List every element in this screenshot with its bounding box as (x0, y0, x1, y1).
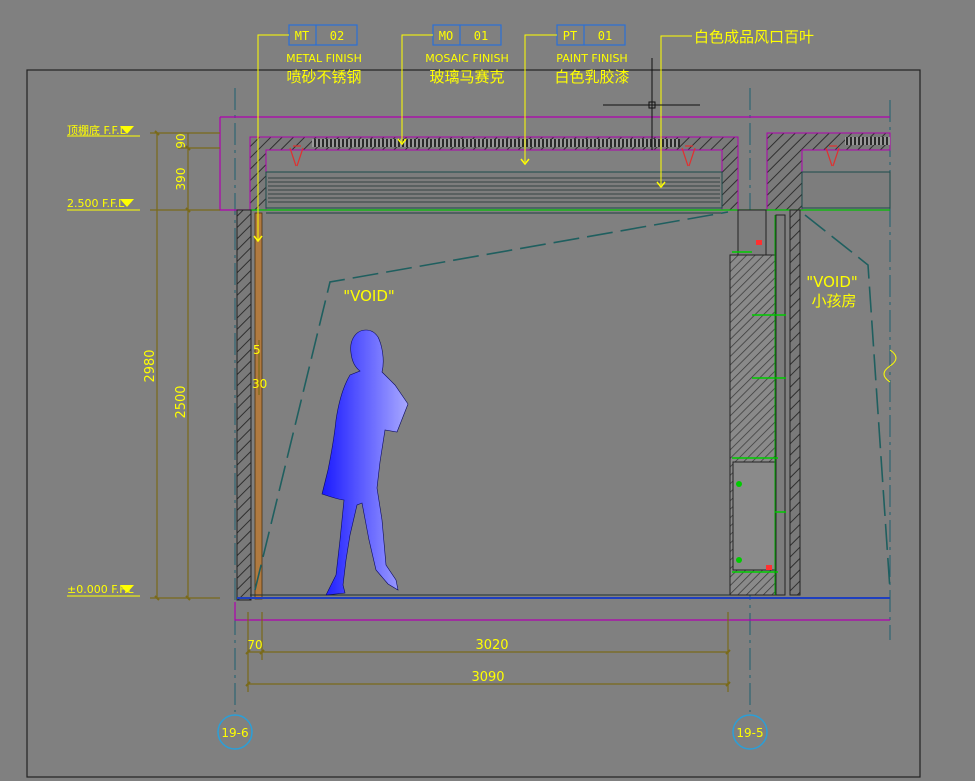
void-outline-right (804, 214, 891, 591)
dim-wall-1: 5 (253, 343, 261, 357)
void-label-left: "VOID" (343, 287, 395, 305)
fixing-icon (736, 481, 742, 487)
dim-total: 2980 (143, 349, 158, 382)
tag-material: 白色乳胶漆 (554, 68, 629, 86)
wall-cladding (254, 212, 263, 600)
tag-num: 01 (474, 29, 488, 43)
tag-material: 喷砂不锈钢 (286, 68, 361, 86)
grid-bubble-left: 19-6 (217, 714, 253, 750)
tag-finish: PAINT FINISH (556, 52, 627, 65)
tag-finish: MOSAIC FINISH (425, 52, 509, 65)
dim-small: 70 (247, 638, 262, 652)
material-tag-mt: MT 02 METAL FINISH 喷砂不锈钢 (286, 24, 362, 86)
tag-finish: METAL FINISH (286, 52, 362, 65)
grid-bubble-right: 19-5 (732, 714, 768, 750)
louver-note: 白色成品风口百叶 (694, 28, 814, 46)
marker-red (756, 240, 762, 245)
human-figure (321, 329, 409, 596)
fixing-icon (736, 557, 742, 563)
right-louver (801, 171, 891, 209)
void-outline-left (254, 211, 729, 591)
cabinet-top-block (737, 209, 767, 256)
level-mid-label: 2.500 F.F.L (67, 197, 125, 210)
level-marker-floor: ±0.000 F.F.L (67, 583, 140, 597)
dim-wall-2: 30 (252, 377, 267, 391)
material-tag-mo: MO 01 MOSAIC FINISH 玻璃马赛克 (425, 24, 509, 86)
grid-label-left: 19-6 (221, 726, 248, 740)
tag-num: 02 (330, 29, 344, 43)
tag-material: 玻璃马赛克 (429, 68, 504, 86)
level-marker-ceiling: 顶棚底 F.F.L (67, 123, 140, 137)
right-wall (789, 209, 801, 596)
cabinet-niche (732, 461, 776, 571)
louver-slats (268, 177, 720, 203)
dim-top2: 90 (174, 133, 188, 148)
material-tag-pt: PT 01 PAINT FINISH 白色乳胶漆 (554, 24, 630, 86)
dim-outer: 3090 (471, 670, 504, 685)
mosaic-strip (312, 139, 680, 147)
dim-main: 2500 (174, 385, 189, 418)
mosaic-strip-right (845, 137, 890, 145)
tag-code: MT (295, 29, 309, 43)
cabinet-panel (775, 214, 786, 596)
tag-code: PT (563, 29, 577, 43)
grid-label-right: 19-5 (736, 726, 763, 740)
dim-top1: 390 (174, 168, 188, 191)
tag-code: MO (439, 29, 453, 43)
marker-red (766, 565, 772, 570)
void-label-right: "VOID" (806, 273, 858, 291)
level-ceiling-label: 顶棚底 F.F.L (67, 123, 127, 137)
dim-inner: 3020 (475, 638, 508, 653)
tag-num: 01 (598, 29, 612, 43)
room-label-right: 小孩房 (811, 292, 856, 310)
level-marker-mid: 2.500 F.F.L (67, 197, 140, 211)
drawing-canvas: 顶棚底 F.F.L 2.500 F.F.L ±0.000 F.F.L 2980 … (26, 24, 921, 778)
left-wall (236, 209, 252, 601)
